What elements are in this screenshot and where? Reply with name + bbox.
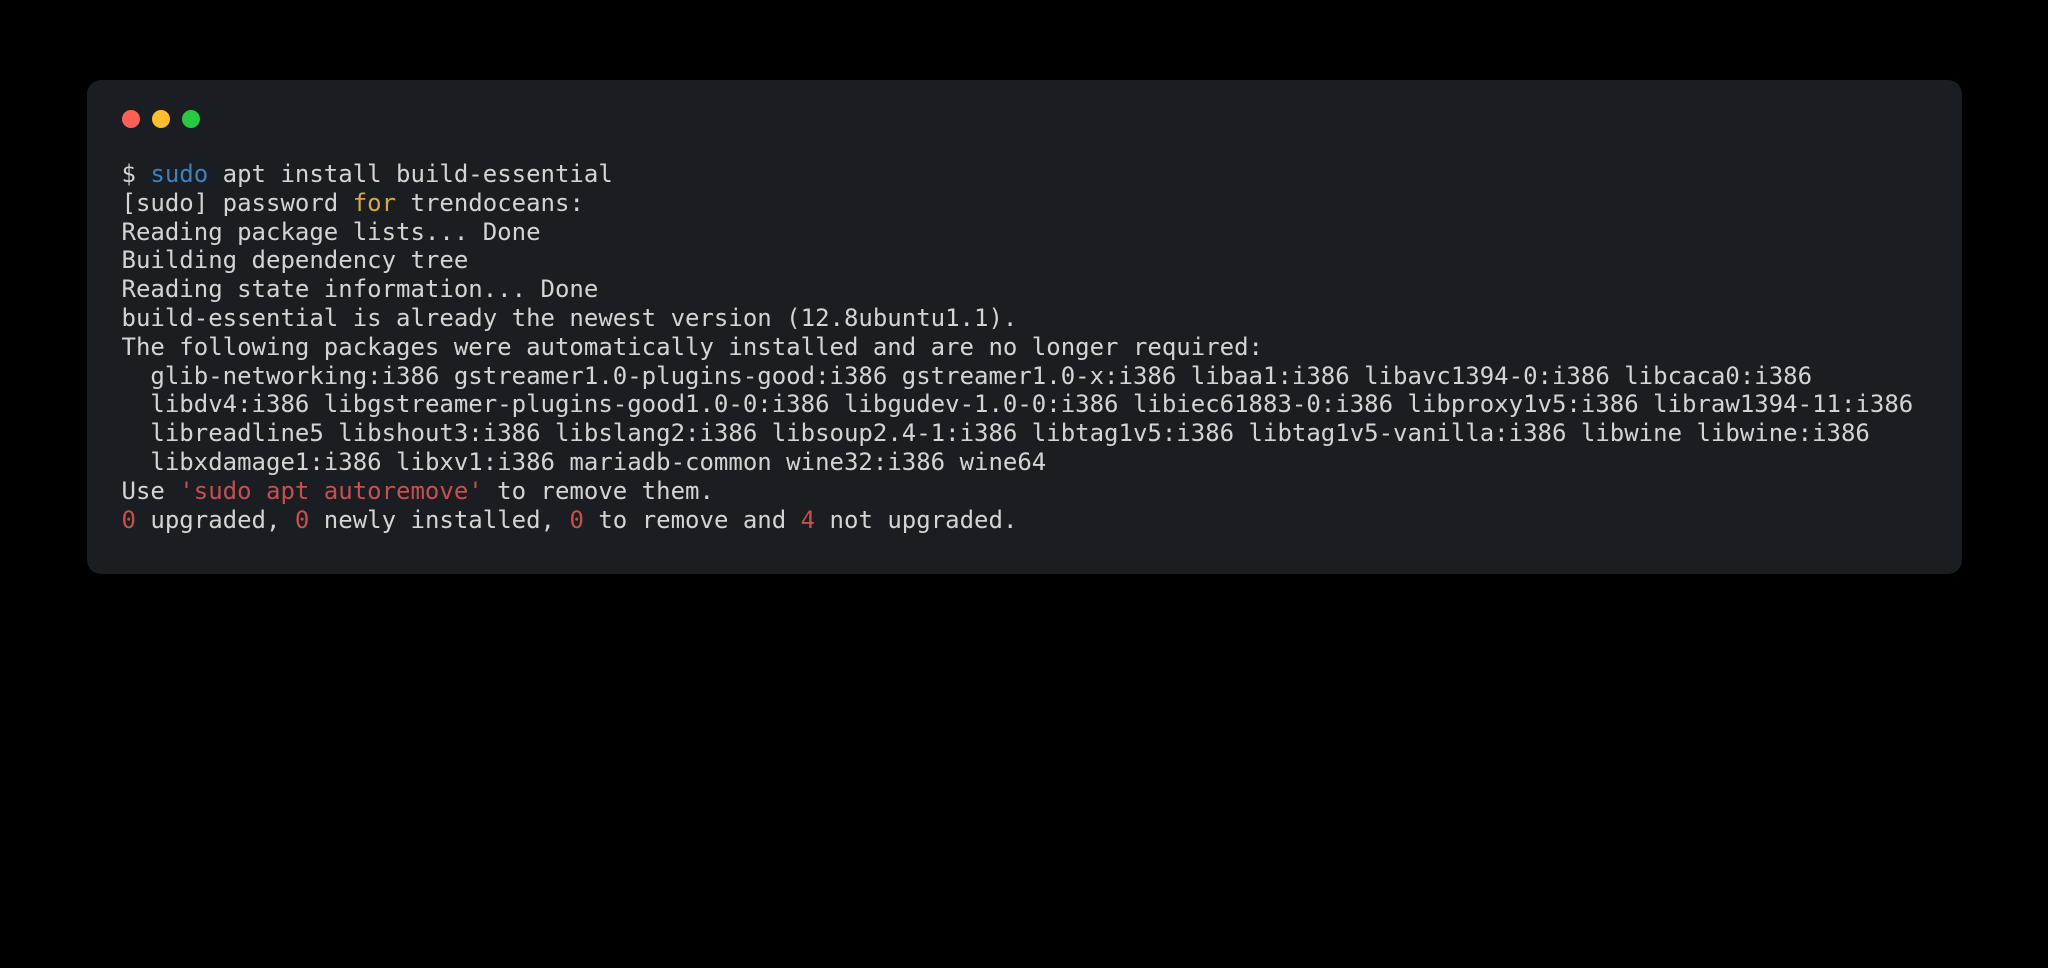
output-line: libdv4:i386 libgstreamer-plugins-good1.0… <box>122 390 1914 418</box>
output-line: Use <box>122 477 180 505</box>
prompt-command: apt install build-essential <box>208 160 613 188</box>
summary-text: not upgraded. <box>815 506 1017 534</box>
summary-text: newly installed, <box>309 506 569 534</box>
output-line: Building dependency tree <box>122 246 469 274</box>
output-line: to remove them. <box>483 477 714 505</box>
terminal-window: $ sudo apt install build-essential [sudo… <box>87 80 1962 574</box>
output-line: build-essential is already the newest ve… <box>122 304 1018 332</box>
output-line: Reading package lists... Done <box>122 218 541 246</box>
close-icon[interactable] <box>122 110 140 128</box>
output-line: trendoceans: <box>396 189 584 217</box>
summary-count: 0 <box>569 506 583 534</box>
summary-count: 0 <box>122 506 136 534</box>
summary-count: 0 <box>295 506 309 534</box>
summary-text: to remove and <box>584 506 801 534</box>
output-line: The following packages were automaticall… <box>122 333 1264 361</box>
output-line: [sudo] password <box>122 189 353 217</box>
output-line: Reading state information... Done <box>122 275 599 303</box>
keyword-for: for <box>353 189 396 217</box>
minimize-icon[interactable] <box>152 110 170 128</box>
maximize-icon[interactable] <box>182 110 200 128</box>
window-controls <box>122 110 1927 128</box>
output-line: libreadline5 libshout3:i386 libslang2:i3… <box>122 419 1870 447</box>
output-line: libxdamage1:i386 libxv1:i386 mariadb-com… <box>122 448 1047 476</box>
summary-text: upgraded, <box>136 506 295 534</box>
summary-count: 4 <box>801 506 815 534</box>
prompt-symbol: $ <box>122 160 151 188</box>
output-line: glib-networking:i386 gstreamer1.0-plugin… <box>122 362 1813 390</box>
prompt-sudo: sudo <box>150 160 208 188</box>
terminal-output: $ sudo apt install build-essential [sudo… <box>122 160 1927 534</box>
autoremove-hint: 'sudo apt autoremove' <box>179 477 482 505</box>
